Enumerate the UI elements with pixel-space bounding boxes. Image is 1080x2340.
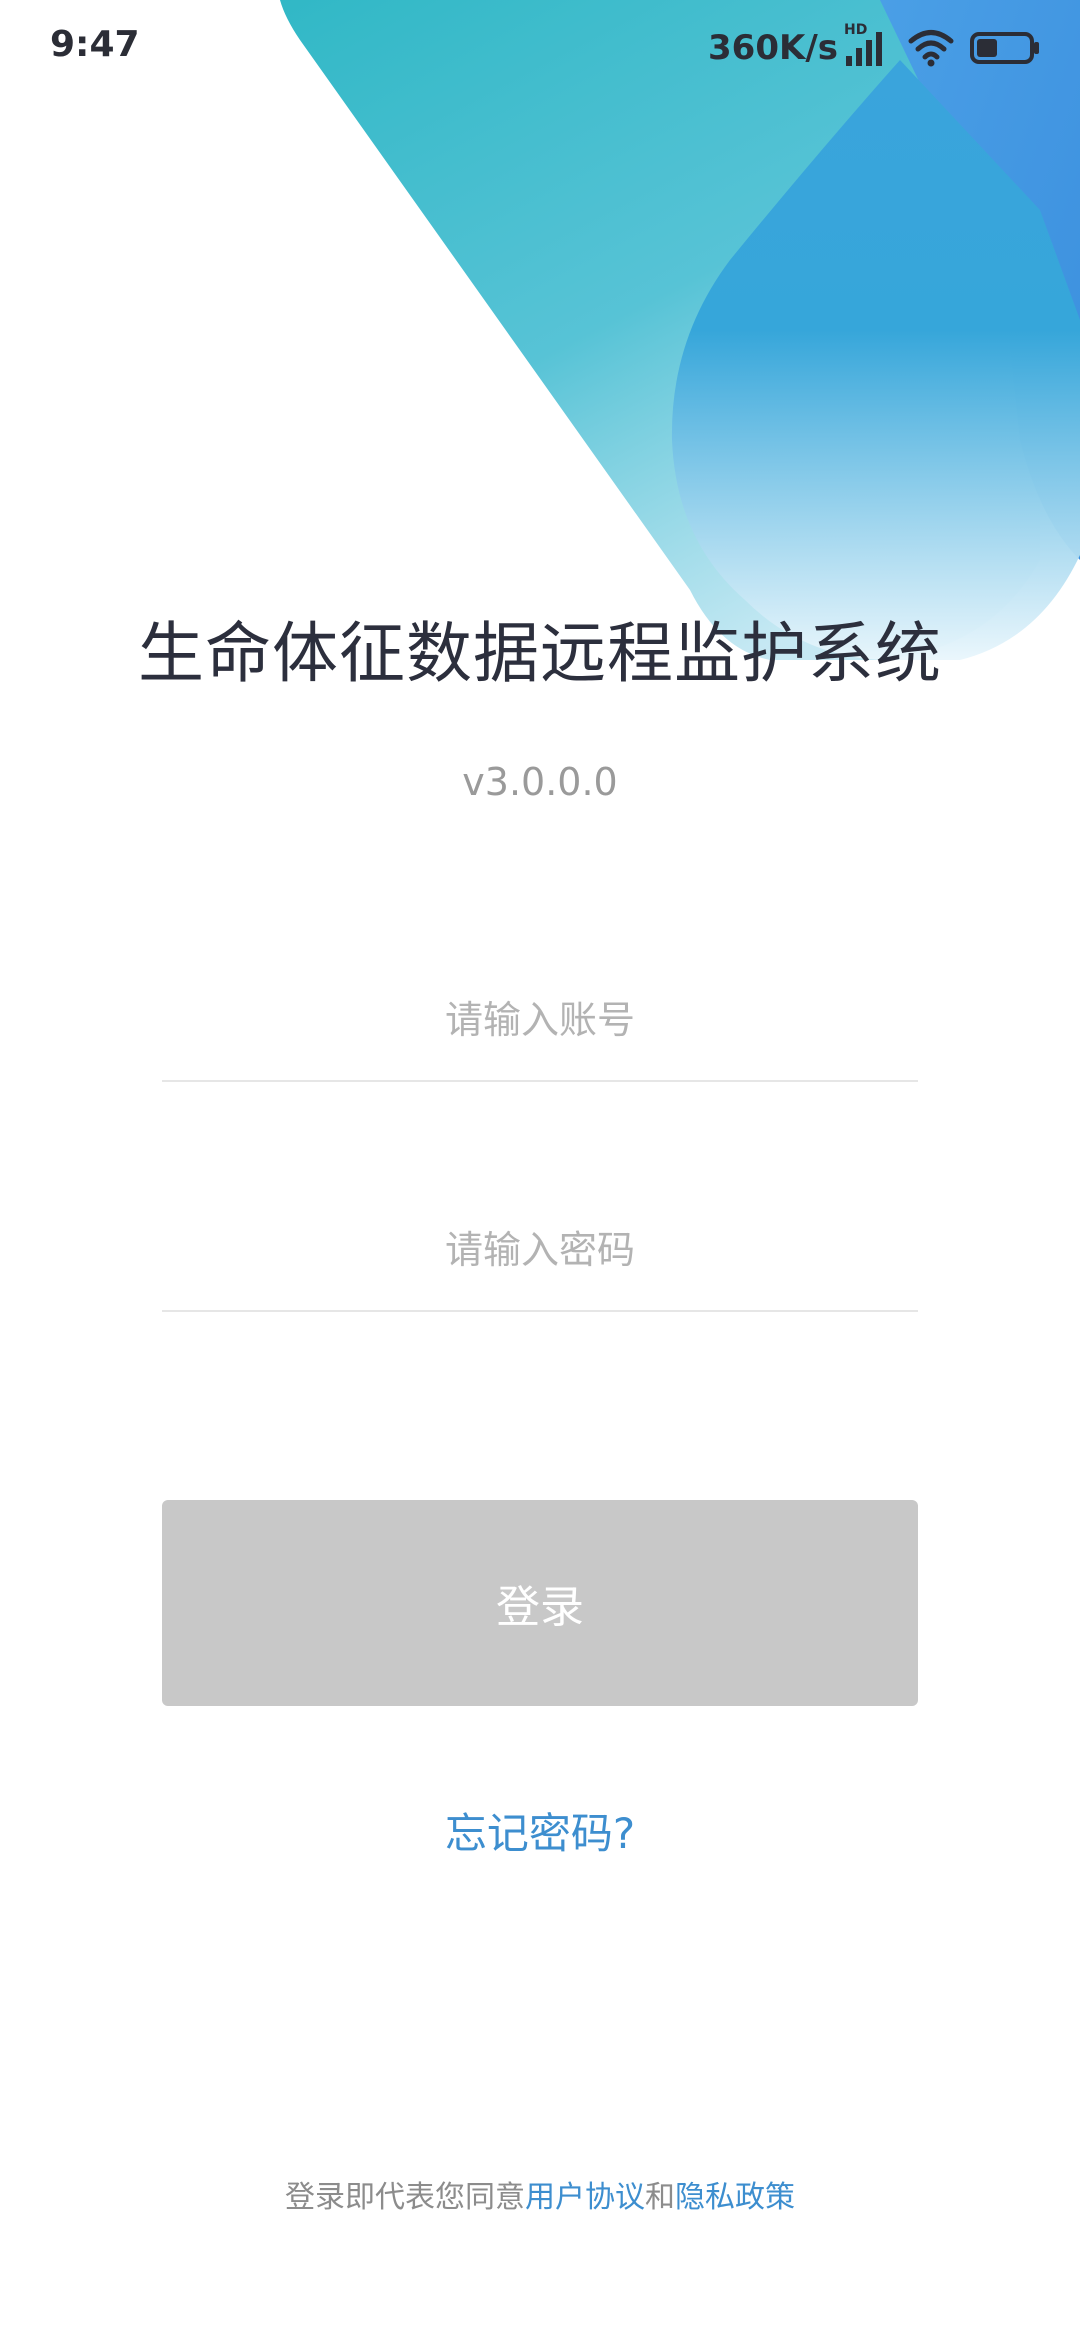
- status-icons: 360K/s HD: [708, 20, 1040, 76]
- hd-badge: HD: [844, 22, 868, 38]
- login-screen: 9:47 360K/s HD 生命体征数据远程监护系统 v3.0.0.0 请输入…: [0, 0, 1080, 2340]
- header-decoration: [280, 0, 1080, 660]
- network-speed: 360K/s: [708, 28, 838, 68]
- password-input[interactable]: [162, 1190, 918, 1310]
- agreement-text: 登录即代表您同意用户协议和隐私政策: [0, 2172, 1080, 2216]
- password-field-container: [162, 1190, 918, 1312]
- forgot-password-row: 忘记密码?: [0, 1800, 1080, 1861]
- privacy-policy-link[interactable]: 隐私政策: [675, 2180, 795, 2215]
- app-title: 生命体征数据远程监护系统: [138, 615, 942, 692]
- agreement-conjunction: 和: [645, 2180, 675, 2215]
- forgot-password-link[interactable]: 忘记密码?: [445, 1809, 635, 1858]
- wifi-icon: [908, 30, 954, 67]
- app-version: v3.0.0.0: [462, 760, 618, 804]
- account-field-container: [162, 960, 918, 1082]
- user-agreement-link[interactable]: 用户协议: [525, 2180, 645, 2215]
- status-bar: 9:47 360K/s HD: [0, 0, 1080, 96]
- account-input[interactable]: [162, 960, 918, 1080]
- login-button[interactable]: 登录: [162, 1500, 918, 1706]
- status-time: 9:47: [50, 24, 140, 65]
- battery-icon: [970, 32, 1039, 64]
- agreement-prefix: 登录即代表您同意: [285, 2180, 525, 2215]
- signal-icon: HD: [842, 22, 890, 68]
